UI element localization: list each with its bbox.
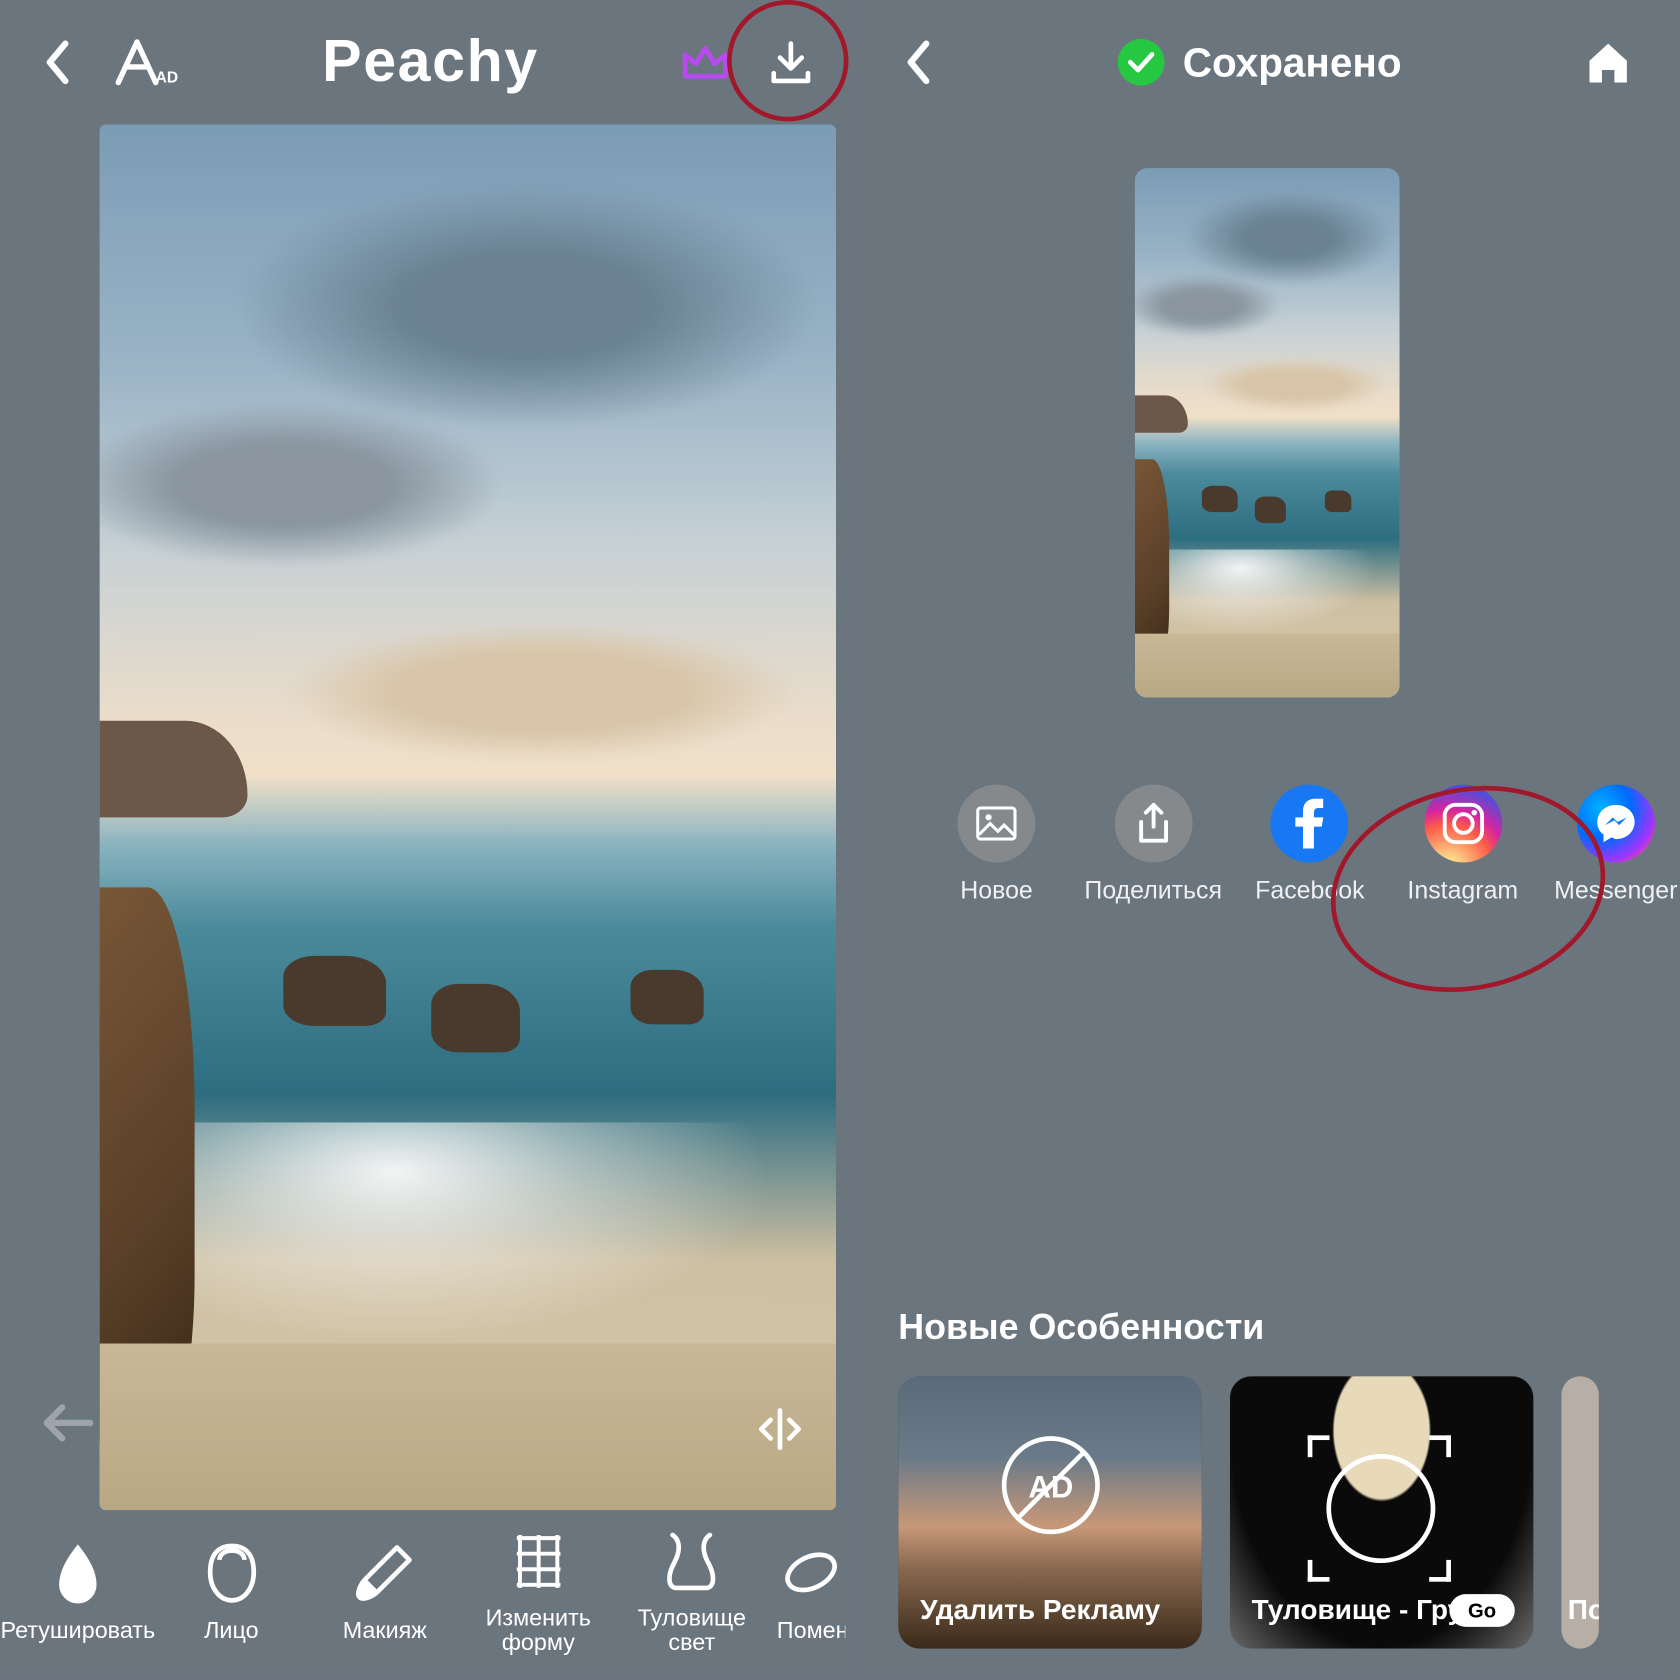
editor-topbar: AD Peachy [0,0,855,125]
features-title: Новые Особенности [898,1306,1680,1348]
tool-reshape[interactable]: Изменить форму [470,1525,607,1657]
tool-makeup[interactable]: Макияж [316,1538,453,1645]
no-ad-icon: AD [996,1431,1105,1540]
download-icon[interactable] [768,39,815,86]
share-row: Новое Поделиться Facebook Instagram Mess… [933,785,1680,906]
instagram-icon [1424,785,1502,863]
undo-button[interactable] [40,1401,96,1445]
share-icon [1114,785,1192,863]
share-system[interactable]: Поделиться [1085,785,1220,906]
back-button[interactable] [901,37,935,87]
home-button[interactable] [1583,39,1633,86]
share-messenger[interactable]: Messenger [1552,785,1680,906]
share-facebook[interactable]: Facebook [1246,785,1374,906]
svg-text:AD: AD [156,70,178,87]
back-button[interactable] [40,37,74,87]
messenger-icon [1577,785,1655,863]
share-new[interactable]: Новое [933,785,1061,906]
checkmark-icon [1117,39,1164,86]
features-section: Новые Особенности AD Удалить Рекламу Тул… [898,1306,1680,1680]
feature-card-remove-ads[interactable]: AD Удалить Рекламу [898,1376,1202,1648]
feature-card-body[interactable]: Туловище ‑ Грудь Go [1230,1376,1534,1648]
app-title: Peachy [322,29,539,96]
svg-text:AD: AD [1028,1470,1073,1505]
crown-icon[interactable] [680,42,730,82]
go-badge: Go [1449,1594,1514,1627]
feature-card-more[interactable]: По [1561,1376,1598,1648]
tool-face[interactable]: Лицо [163,1538,300,1645]
share-instagram[interactable]: Instagram [1399,785,1527,906]
saved-thumbnail[interactable] [1135,168,1400,697]
share-pane: Сохранено Новое Поделиться [855,0,1680,1680]
tool-body[interactable]: Туловище свет [623,1525,760,1657]
facebook-icon [1271,785,1349,863]
tool-bar: Ретушировать Лицо Макияж Изменить форму … [0,1509,855,1680]
ad-logo-icon[interactable]: AD [112,36,180,89]
photo-icon [958,785,1036,863]
compare-icon[interactable] [755,1404,805,1454]
main-photo[interactable] [100,125,836,1511]
share-topbar: Сохранено [855,0,1680,125]
saved-indicator: Сохранено [1117,38,1401,86]
editor-pane: AD Peachy Ретушировать [0,0,855,1680]
tool-retouch[interactable]: Ретушировать [9,1538,146,1645]
tool-change[interactable]: Поменя [777,1538,845,1645]
